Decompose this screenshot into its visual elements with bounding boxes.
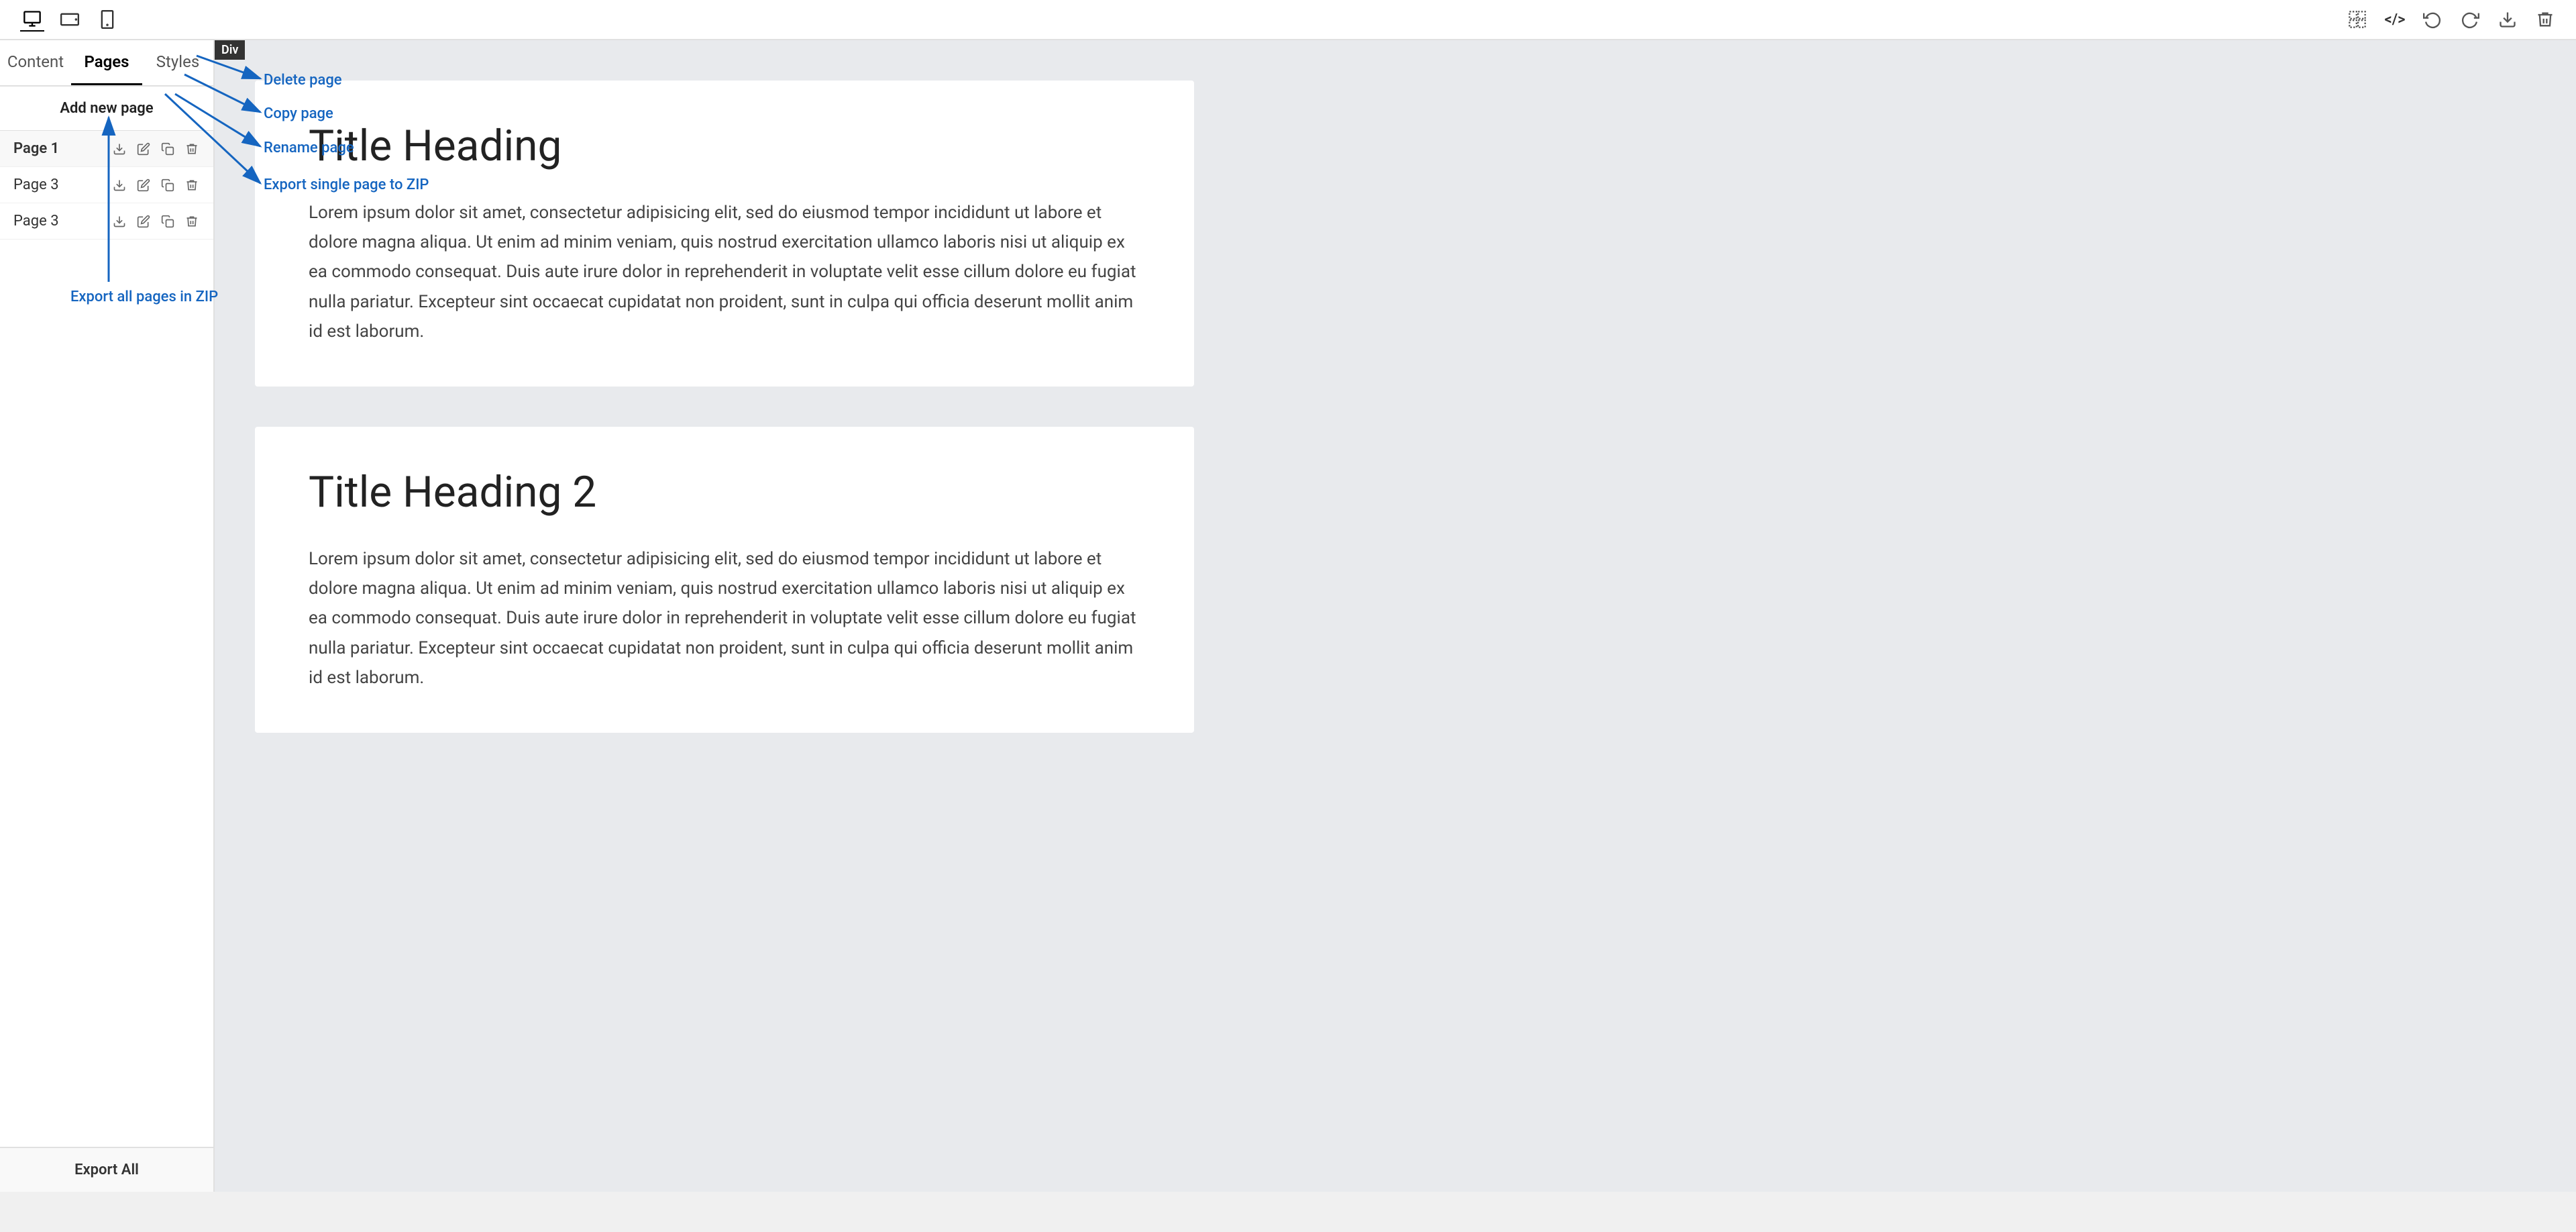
copy-page-icon[interactable] [160, 177, 176, 193]
block-title-2: Title Heading 2 [309, 467, 1140, 517]
copy-page-icon[interactable] [160, 141, 176, 157]
export-page-icon[interactable] [111, 213, 127, 229]
redo-icon[interactable] [2459, 9, 2481, 30]
main-layout: Content Pages Styles Add new page Page 1 [0, 40, 2576, 1192]
copy-page-icon[interactable] [160, 213, 176, 229]
code-icon[interactable]: </> [2384, 9, 2406, 30]
page-item-name: Page 3 [13, 176, 59, 193]
add-new-page-button[interactable]: Add new page [0, 87, 213, 131]
page-item-actions [111, 177, 200, 193]
page-item-name: Page 1 [13, 140, 59, 157]
device-switcher [20, 7, 119, 32]
download-icon[interactable] [2497, 9, 2518, 30]
export-page-icon[interactable] [111, 141, 127, 157]
tablet-landscape-icon[interactable] [58, 7, 82, 32]
page-item-actions [111, 213, 200, 229]
content-area: Div Title Heading Lorem ipsum dolor sit … [215, 40, 2576, 1192]
page-list: Page 1 Page [0, 131, 213, 1147]
page-item-actions [111, 141, 200, 157]
sidebar-tabs: Content Pages Styles [0, 40, 213, 87]
block-title-1: Title Heading [309, 121, 1140, 171]
sidebar: Content Pages Styles Add new page Page 1 [0, 40, 215, 1192]
trash-icon[interactable] [2534, 9, 2556, 30]
tab-content[interactable]: Content [0, 40, 71, 85]
rename-page-icon[interactable] [136, 177, 152, 193]
rename-page-icon[interactable] [136, 213, 152, 229]
tab-styles[interactable]: Styles [142, 40, 213, 85]
top-bar: </> [0, 0, 2576, 40]
undo-icon[interactable] [2422, 9, 2443, 30]
desktop-icon[interactable] [20, 7, 44, 32]
div-badge: Div [215, 40, 245, 60]
content-block-2: Title Heading 2 Lorem ipsum dolor sit am… [255, 427, 1194, 733]
content-block-1: Title Heading Lorem ipsum dolor sit amet… [255, 81, 1194, 387]
block-text-2: Lorem ipsum dolor sit amet, consectetur … [309, 544, 1140, 692]
delete-page-icon[interactable] [184, 141, 200, 157]
top-bar-actions: </> [2347, 9, 2556, 30]
delete-page-icon[interactable] [184, 177, 200, 193]
block-text-1: Lorem ipsum dolor sit amet, consectetur … [309, 198, 1140, 346]
tab-pages[interactable]: Pages [71, 40, 142, 85]
page-item-name: Page 3 [13, 213, 59, 229]
tablet-portrait-icon[interactable] [95, 7, 119, 32]
delete-page-icon[interactable] [184, 213, 200, 229]
export-all-button[interactable]: Export All [0, 1147, 213, 1192]
page-item[interactable]: Page 3 [0, 167, 213, 203]
page-item[interactable]: Page 3 [0, 203, 213, 240]
page-item[interactable]: Page 1 [0, 131, 213, 167]
rename-page-icon[interactable] [136, 141, 152, 157]
export-page-icon[interactable] [111, 177, 127, 193]
select-icon[interactable] [2347, 9, 2368, 30]
